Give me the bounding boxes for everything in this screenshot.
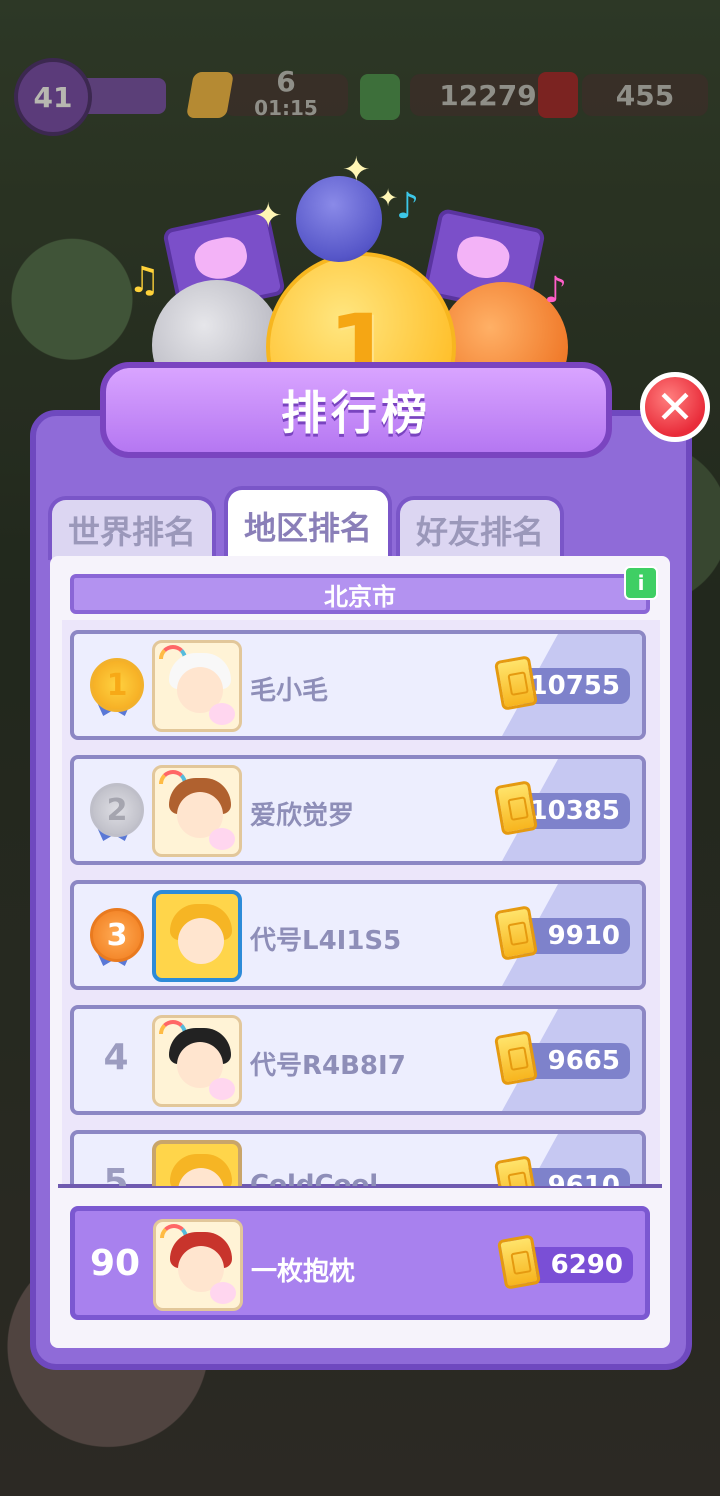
ticket-icon [493,655,539,711]
sparkle-icon: ✦ [378,184,399,212]
my-player-name: 一枚抱枕 [251,1257,356,1287]
rank-number: 5 [103,1162,129,1186]
bronze-rank-medal-icon: 3 [90,908,144,962]
avatar[interactable] [152,640,242,732]
ruby-icon [538,72,578,118]
energy-hud: 6 01:15 [185,65,348,120]
sparkle-icon: ✦ [254,196,283,236]
tab-world[interactable]: 世界排名 [48,496,216,560]
ticket-icon [493,905,539,961]
music-note-icon: ♪ [544,270,567,311]
music-note-icon: ♫ [128,260,161,301]
ranking-list[interactable]: 1 毛小毛 10755 2 爱欣觉罗 10385 3 代号L4I1S5 9910… [62,620,660,1186]
my-rank-row[interactable]: 90 一枚抱枕 6290 [70,1206,650,1320]
gold-rank-medal-icon: 1 [90,658,144,712]
player-name: 代号R4B8I7 [250,1051,406,1081]
music-note-icon: ♪ [396,186,419,227]
level-badge: 41 [14,58,92,136]
energy-value: 6 [276,65,296,98]
tab-bar: 世界排名 地区排名 好友排名 [48,486,568,562]
ticket-icon [493,1030,539,1086]
energy-timer: 01:15 [254,96,318,120]
ticket-icon [493,1155,539,1186]
player-name: 毛小毛 [250,676,329,706]
ticket-icon [496,1234,542,1290]
cash-icon [360,74,400,120]
avatar[interactable] [152,765,242,857]
list-item[interactable]: 4 代号R4B8I7 9665 [70,1005,646,1115]
rank-number: 4 [103,1037,129,1078]
my-avatar[interactable] [153,1219,243,1311]
my-rank-number: 90 [89,1243,141,1284]
close-icon: ✕ [655,380,695,434]
level-value: 41 [33,80,73,114]
avatar[interactable] [152,1015,242,1107]
gems-hud: 455 [538,70,708,120]
region-title: 北京市 [70,574,650,614]
tab-friends[interactable]: 好友排名 [396,496,564,560]
player-name: 爱欣觉罗 [250,801,355,831]
xp-bar [80,78,166,114]
list-item[interactable]: 3 代号L4I1S5 9910 [70,880,646,990]
info-icon: i [637,571,645,595]
close-button[interactable]: ✕ [640,372,710,442]
avatar[interactable] [152,890,242,982]
page-title: 排行榜 [100,362,612,458]
list-item[interactable]: 5 ColdCool 9610 [70,1130,646,1186]
player-name: 代号L4I1S5 [250,926,402,956]
avatar[interactable] [152,1140,242,1186]
lightning-icon [185,72,235,118]
list-item[interactable]: 1 毛小毛 10755 [70,630,646,740]
info-button[interactable]: i [624,566,658,600]
sparkle-icon: ✦ [342,150,371,190]
player-name: ColdCool [250,1170,379,1186]
silver-rank-medal-icon: 2 [90,783,144,837]
tab-region[interactable]: 地区排名 [224,486,392,562]
ticket-icon [493,780,539,836]
cash-hud: 12279 [360,70,566,120]
list-item[interactable]: 2 爱欣觉罗 10385 [70,755,646,865]
gems-value: 455 [582,74,708,116]
